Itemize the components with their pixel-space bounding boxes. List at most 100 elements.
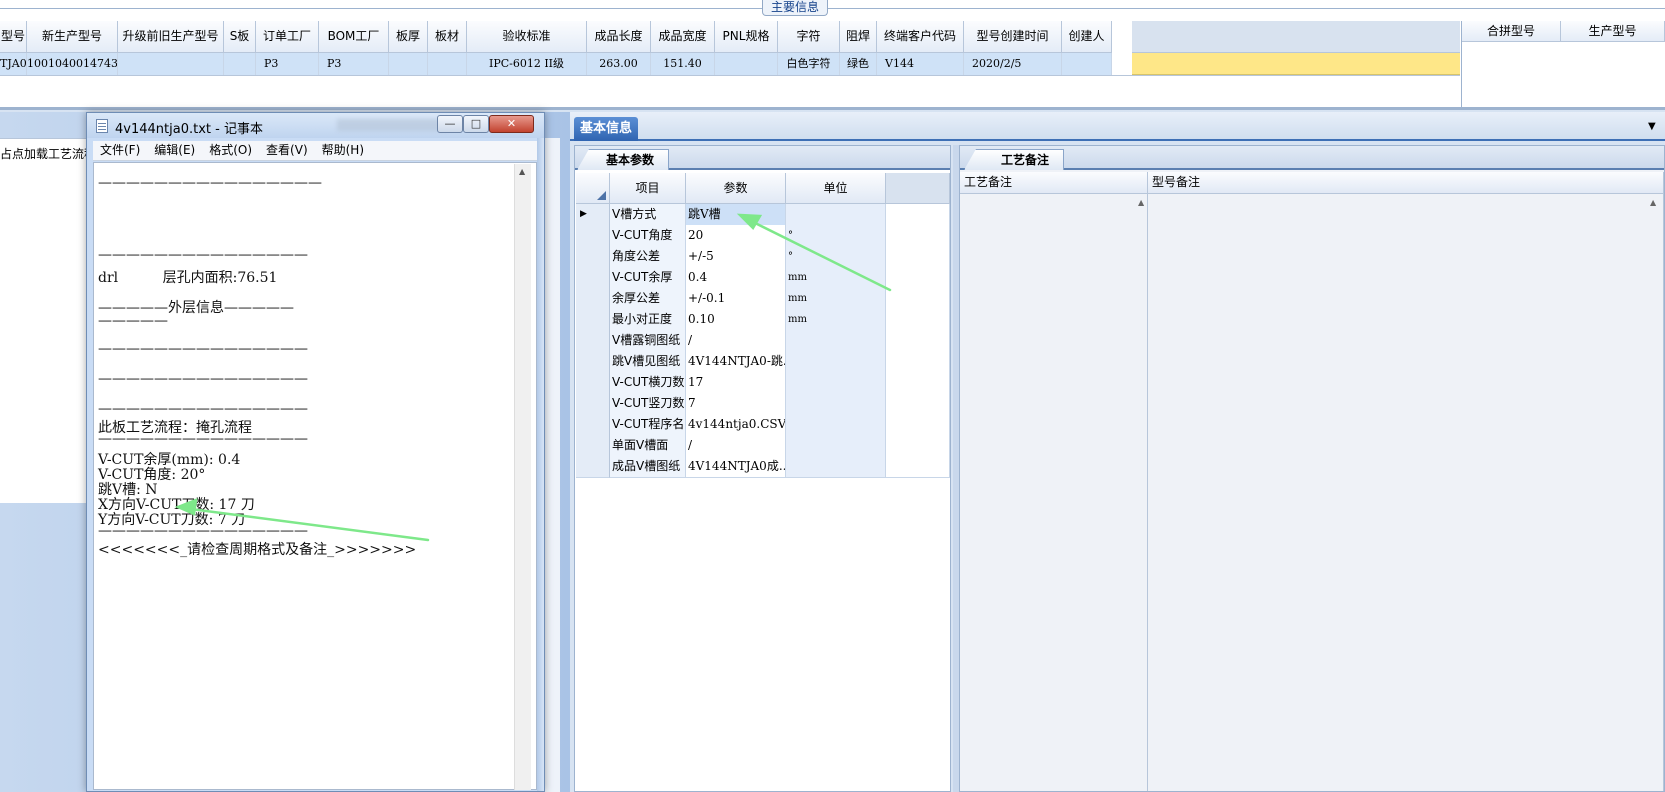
col-header-process-notes[interactable]: 工艺备注 [960,172,1148,194]
tab-basic-info[interactable]: 基本信息 [574,117,639,141]
col-header-new-production-model[interactable]: 新生产型号 [27,21,118,53]
cell-thickness[interactable] [389,53,428,75]
cell-unit[interactable] [786,330,886,352]
table-row[interactable]: 跳V槽见图纸 4V144NTJA0-跳... [576,351,950,373]
tab-basic-params[interactable]: 基本参数 [577,149,670,170]
cell-new-production-model[interactable]: 10010400147432 [27,53,118,75]
cell-item[interactable]: V-CUT余厚 [610,267,686,289]
left-panel-tab[interactable]: 占点加载工艺流程 [0,145,96,162]
cell-item[interactable]: V槽方式 [610,204,686,226]
cell-model[interactable]: TJA0 [0,53,27,75]
notepad-titlebar[interactable]: 4v144ntja0.txt - 记事本 — □ ✕ [87,113,544,138]
notepad-scrollbar[interactable]: ▲ [514,164,531,790]
main-info-title[interactable]: 主要信息 [762,0,829,16]
cell-highlight[interactable] [1132,53,1460,75]
table-row[interactable]: 单面V槽面 / [576,435,950,457]
table-row[interactable]: 最小对正度 0.10 mm [576,309,950,331]
row-pointer-icon[interactable]: ▶ [576,204,610,226]
cell-param[interactable]: 0.10 [686,309,786,331]
close-button[interactable]: ✕ [489,115,534,133]
cell-unit[interactable]: mm [786,309,886,331]
cell-creator[interactable] [1062,53,1112,75]
table-row[interactable]: V-CUT余厚 0.4 mm [576,267,950,289]
row-indicator[interactable] [576,351,610,373]
scroll-up-icon[interactable]: ▲ [1650,198,1656,207]
cell-param[interactable]: 7 [686,393,786,415]
minimize-button[interactable]: — [437,115,463,133]
row-indicator[interactable] [576,246,610,268]
cell-item[interactable]: 成品V槽图纸 [610,456,686,478]
cell-pnl-spec[interactable] [715,53,778,75]
col-header-created-time[interactable]: 型号创建时间 [964,21,1062,53]
menu-file[interactable]: 文件(F) [93,141,147,160]
row-indicator[interactable] [576,456,610,478]
row-indicator[interactable] [576,372,610,394]
cell-unit[interactable] [786,456,886,478]
col-header-length[interactable]: 成品长度 [587,21,651,53]
table-row[interactable]: 角度公差 +/-5 ° [576,246,950,268]
table-row[interactable]: TJA0 10010400147432 P3 P3 IPC-6012 II级 2… [0,53,1112,75]
table-row[interactable]: ▶ V槽方式 跳V槽 [576,204,950,226]
notepad-editor[interactable]: ———————————————— ——————————————— drl 层孔内面积… [93,162,537,790]
cell-unit[interactable] [786,393,886,415]
cell-unit[interactable] [786,351,886,373]
table-row[interactable]: 余厚公差 +/-0.1 mm [576,288,950,310]
cell-param[interactable]: / [686,435,786,457]
cell-acceptance-standard[interactable]: IPC-6012 II级 [467,53,587,75]
cell-old-production-model[interactable] [118,53,224,75]
col-header-production-model[interactable]: 生产型号 [1561,21,1665,42]
cell-item[interactable]: V-CUT竖刀数 [610,393,686,415]
cell-unit[interactable]: ° [786,225,886,247]
cell-param[interactable]: 0.4 [686,267,786,289]
cell-param[interactable]: / [686,330,786,352]
row-indicator[interactable] [576,225,610,247]
cell-unit[interactable]: mm [786,267,886,289]
col-header-model[interactable]: 型号 [0,21,27,53]
cell-unit[interactable]: mm [786,288,886,310]
table-row[interactable]: V-CUT角度 20 ° [576,225,950,247]
cell-silkscreen[interactable]: 白色字符 [778,53,840,75]
splitter-bar[interactable] [0,107,1665,110]
col-header-creator[interactable]: 创建人 [1062,21,1112,53]
cell-order-factory[interactable]: P3 [256,53,319,75]
cell-item[interactable]: 跳V槽见图纸 [610,351,686,373]
row-indicator[interactable] [576,435,610,457]
row-indicator[interactable] [576,330,610,352]
table-row[interactable]: V-CUT程序名 4v144ntja0.CSV [576,414,950,436]
row-indicator[interactable] [576,393,610,415]
col-header-unit[interactable]: 单位 [786,173,886,204]
cell-customer-code[interactable]: V144 [877,53,964,75]
col-header-s-board[interactable]: S板 [224,21,256,53]
cell-param[interactable]: 4V144NTJA0-跳... [686,351,786,373]
col-header-acceptance-standard[interactable]: 验收标准 [467,21,587,53]
cell-unit[interactable] [786,435,886,457]
cell-item[interactable]: 余厚公差 [610,288,686,310]
cell-material[interactable] [428,53,467,75]
menu-view[interactable]: 查看(V) [259,141,315,160]
row-indicator[interactable] [576,288,610,310]
cell-param[interactable]: +/-5 [686,246,786,268]
process-notes-area[interactable] [960,194,1148,791]
col-header-order-factory[interactable]: 订单工厂 [256,21,319,53]
left-panel-scrollbar[interactable] [543,138,560,792]
cell-param[interactable]: 17 [686,372,786,394]
cell-width[interactable]: 151.40 [651,53,715,75]
cell-unit[interactable] [786,414,886,436]
cell-item[interactable]: V-CUT程序名 [610,414,686,436]
col-header-material[interactable]: 板材 [428,21,467,53]
scroll-up-icon[interactable]: ▲ [1138,198,1144,207]
col-header-param[interactable]: 参数 [686,173,786,204]
menu-format[interactable]: 格式(O) [202,141,259,160]
cell-param[interactable]: 4V144NTJA0成... [686,456,786,478]
row-indicator[interactable] [576,414,610,436]
table-row[interactable]: V-CUT横刀数 17 [576,372,950,394]
col-header-customer-code[interactable]: 终端客户代码 [877,21,964,53]
col-header-model-notes[interactable]: 型号备注 [1148,172,1664,194]
col-header-old-production-model[interactable]: 升级前旧生产型号 [118,21,224,53]
cell-item[interactable]: V-CUT横刀数 [610,372,686,394]
col-header-width[interactable]: 成品宽度 [651,21,715,53]
cell-unit[interactable] [786,372,886,394]
col-header-pnl-spec[interactable]: PNL规格 [715,21,778,53]
table-row[interactable]: V-CUT竖刀数 7 [576,393,950,415]
cell-param[interactable]: 4v144ntja0.CSV [686,414,786,436]
